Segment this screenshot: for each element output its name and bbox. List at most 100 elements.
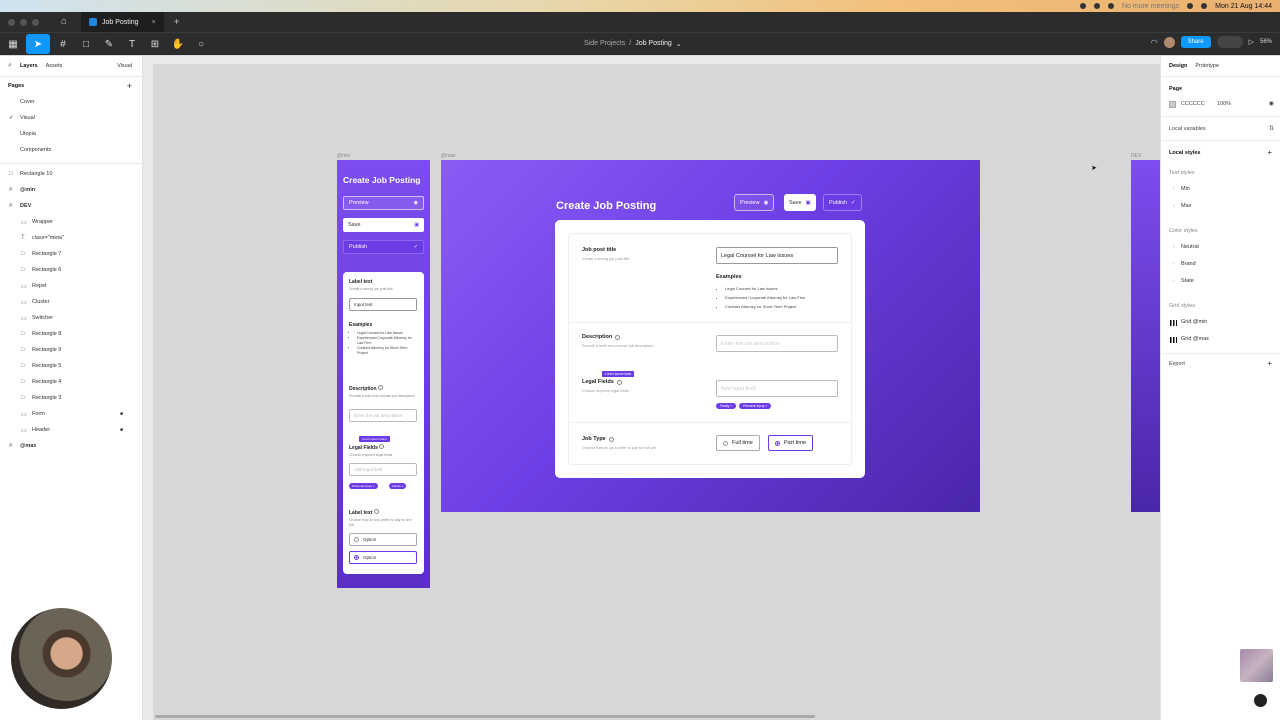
frame-max[interactable]: Create Job Posting Preview ◉ Save ▣ Publ… — [441, 160, 980, 512]
title-input[interactable]: Input text — [349, 298, 417, 311]
help-bubble-icon[interactable] — [1254, 694, 1267, 707]
layer-item[interactable]: @max — [20, 443, 36, 449]
page-cover[interactable]: Cover — [20, 99, 35, 105]
radio-option[interactable]: Option — [349, 551, 417, 564]
resources-icon[interactable]: ⊞ — [145, 34, 165, 54]
legal-field-input[interactable]: Add legal field — [349, 463, 417, 476]
frame-label-max[interactable]: @max — [441, 153, 456, 159]
calendar-status[interactable]: No more meetings — [1122, 3, 1179, 10]
radio-full-time[interactable]: Full time — [716, 435, 760, 451]
layer-item[interactable]: Rectangle 4 — [32, 379, 61, 385]
chevron-right-icon[interactable]: › — [1173, 244, 1175, 250]
job-title-input[interactable]: Legal Counsel for Law Issues — [716, 247, 838, 264]
color-style-item[interactable]: State — [1181, 278, 1194, 284]
tab-prototype[interactable]: Prototype — [1195, 63, 1219, 69]
tab-layers[interactable]: Layers — [20, 63, 38, 69]
layer-item[interactable]: Header — [32, 427, 50, 433]
layer-item[interactable]: Rectangle 10 — [20, 171, 52, 177]
breadcrumb-file[interactable]: Job Posting — [635, 40, 672, 48]
radio-part-time[interactable]: Part time — [768, 435, 814, 451]
status-icon[interactable] — [1079, 3, 1086, 9]
tag-chip[interactable]: Family × — [389, 483, 407, 489]
layer-item[interactable]: @min — [20, 187, 35, 193]
home-icon[interactable]: ⌂ — [61, 16, 73, 28]
page-visual[interactable]: Visual — [20, 115, 35, 121]
chevron-down-icon[interactable]: ⌄ — [676, 40, 682, 48]
preview-button[interactable]: Preview ◉ — [734, 194, 775, 211]
shape-tool-icon[interactable]: □ — [76, 34, 96, 54]
search-icon[interactable]: ⌕ — [8, 62, 12, 70]
tab-job-posting[interactable]: Job Posting × — [81, 12, 164, 32]
add-style-icon[interactable]: + — [1267, 148, 1272, 157]
page-color-value[interactable]: CCCCCC — [1181, 101, 1205, 107]
layer-item[interactable]: Form — [32, 411, 45, 417]
add-page-icon[interactable]: + — [127, 81, 132, 91]
frame-tool-icon[interactable]: # — [53, 34, 73, 54]
chevron-right-icon[interactable]: › — [1173, 261, 1175, 267]
zoom-window-button[interactable] — [32, 18, 39, 26]
local-variables-link[interactable]: Local variables — [1169, 126, 1206, 132]
layer-item[interactable]: Cluster — [32, 299, 49, 305]
search-icon[interactable] — [1201, 3, 1208, 9]
description-input[interactable]: Enter the job description — [349, 409, 417, 422]
tab-assets[interactable]: Assets — [46, 63, 63, 69]
color-style-item[interactable]: Brand — [1181, 261, 1196, 267]
tab-design[interactable]: Design — [1169, 63, 1187, 69]
new-tab-button[interactable]: + — [174, 17, 180, 28]
grid-style-item[interactable]: Grid @min — [1181, 319, 1207, 325]
move-tool-icon[interactable]: ➤ — [26, 34, 50, 54]
chevron-right-icon[interactable]: › — [1173, 278, 1175, 284]
chevron-right-icon[interactable]: › — [1173, 186, 1175, 192]
page-utopia[interactable]: Utopia — [20, 131, 36, 137]
wifi-icon[interactable] — [1187, 3, 1194, 9]
add-export-icon[interactable]: + — [1267, 359, 1272, 368]
layer-item[interactable]: Rectangle 9 — [32, 347, 61, 353]
play-icon[interactable]: ▷ — [1249, 38, 1254, 46]
legal-field-input[interactable]: Add legal field — [716, 380, 838, 397]
comment-tool-icon[interactable]: ○ — [191, 34, 211, 54]
radio-option[interactable]: Option — [349, 533, 417, 546]
color-style-item[interactable]: Neutral — [1181, 244, 1199, 250]
layer-item[interactable]: Rectangle 8 — [32, 331, 61, 337]
layer-item[interactable]: DEV — [20, 203, 31, 209]
breadcrumb-project[interactable]: Side Projects — [584, 40, 625, 48]
layer-item[interactable]: class="meta" — [32, 235, 64, 241]
layer-item[interactable]: Rectangle 5 — [32, 363, 61, 369]
pen-tool-icon[interactable]: ✎ — [99, 34, 119, 54]
close-tab-icon[interactable]: × — [152, 19, 156, 26]
save-button[interactable]: Save ▣ — [343, 218, 424, 232]
close-window-button[interactable] — [8, 18, 15, 26]
frame-label-dev[interactable]: DEV — [1131, 153, 1141, 159]
text-style-item[interactable]: Max — [1181, 203, 1191, 209]
horizontal-scrollbar[interactable] — [155, 715, 815, 718]
frame-min[interactable]: Create Job Posting Preview ◉ Save ▣ Publ… — [337, 160, 430, 588]
share-button[interactable]: Share — [1180, 36, 1211, 48]
status-icon[interactable] — [1107, 3, 1114, 9]
text-style-item[interactable]: Min — [1181, 186, 1190, 192]
page-color-swatch[interactable] — [1169, 101, 1176, 108]
grid-style-item[interactable]: Grid @max — [1181, 336, 1209, 342]
avatar[interactable] — [1163, 36, 1175, 48]
description-input[interactable]: Enter the job description — [716, 335, 838, 352]
main-menu-icon[interactable]: ▦ — [3, 34, 23, 54]
layer-item[interactable]: Rectangle 6 — [32, 267, 61, 273]
design-canvas[interactable]: @min @max DEV Create Job Posting Preview… — [143, 56, 1160, 720]
clock[interactable]: Mon 21 Aug 14:44 — [1215, 3, 1272, 10]
hand-tool-icon[interactable]: ✋ — [168, 34, 188, 54]
layer-item[interactable]: Wrapper — [32, 219, 53, 225]
minimize-window-button[interactable] — [20, 18, 27, 26]
layer-item[interactable]: Switcher — [32, 315, 53, 321]
page-dropdown[interactable]: Visual — [117, 63, 132, 69]
settings-icon[interactable]: ⇅ — [1269, 125, 1274, 132]
frame-label-min[interactable]: @min — [337, 153, 350, 159]
save-button[interactable]: Save ▣ — [784, 194, 816, 211]
eye-icon[interactable]: ◉ — [1269, 100, 1274, 107]
lock-icon[interactable]: ■ — [120, 411, 123, 417]
tag-chip[interactable]: Personal Injury × — [739, 403, 772, 409]
tag-chip[interactable]: Family × — [716, 403, 737, 409]
preview-button[interactable]: Preview ◉ — [343, 196, 424, 210]
page-opacity-value[interactable]: 100% — [1217, 101, 1231, 107]
page-components[interactable]: Components — [20, 147, 51, 153]
chevron-right-icon[interactable]: › — [1173, 203, 1175, 209]
headphones-icon[interactable]: ◠ — [1151, 38, 1158, 47]
